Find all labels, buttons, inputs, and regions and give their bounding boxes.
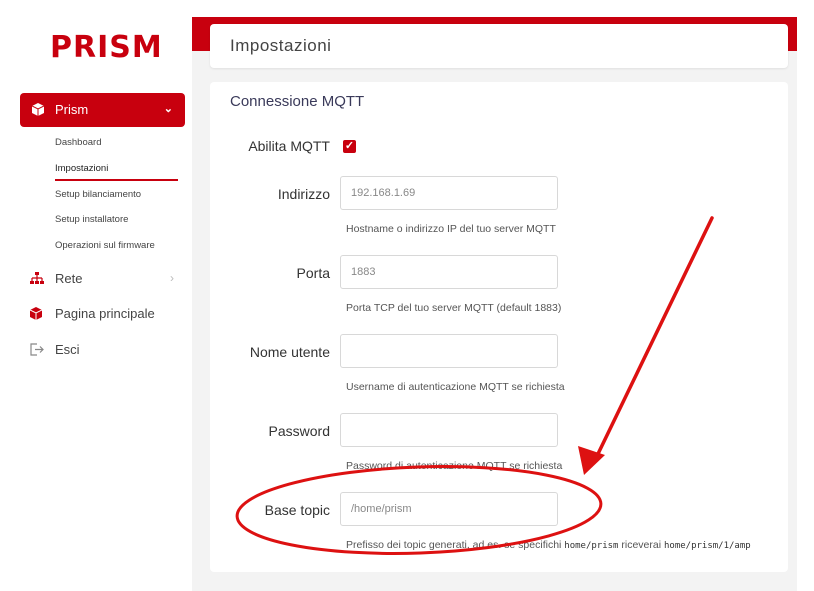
submenu-item-setup-bilanciamento[interactable]: Setup bilanciamento [55, 189, 141, 200]
submenu-item-operazioni-firmware[interactable]: Operazioni sul firmware [55, 240, 155, 251]
enable-mqtt-label: Abilita MQTT [248, 138, 330, 154]
username-input[interactable] [340, 334, 558, 368]
sidebar-item-label: Pagina principale [55, 306, 155, 321]
help-code: home/prism [564, 541, 619, 551]
chevron-right-icon: › [170, 271, 174, 285]
address-help: Hostname o indirizzo IP del tuo server M… [346, 223, 556, 235]
logout-icon [30, 343, 44, 359]
chevron-down-icon: ⌄ [163, 103, 173, 115]
brand-logo: PRISM [50, 30, 163, 65]
active-submenu-underline [55, 179, 178, 181]
help-text: riceverai [618, 539, 664, 551]
port-help: Porta TCP del tuo server MQTT (default 1… [346, 302, 562, 314]
network-icon [30, 272, 44, 288]
sidebar: PRISM Prism ⌄ Dashboard Impostazioni Set… [0, 0, 192, 591]
sidebar-item-label: Prism [55, 102, 89, 117]
submenu-item-impostazioni[interactable]: Impostazioni [55, 163, 108, 174]
submenu-item-dashboard[interactable]: Dashboard [55, 137, 101, 148]
help-text: Prefisso dei topic generati, ad es. se s… [346, 539, 565, 551]
mqtt-settings-card: Connessione MQTT Abilita MQTT ✓ Indirizz… [210, 82, 788, 572]
password-help: Password di autenticazione MQTT se richi… [346, 460, 563, 472]
address-input[interactable] [340, 176, 558, 210]
section-title: Connessione MQTT [230, 93, 365, 110]
box-icon [31, 103, 45, 121]
field-label-nome-utente: Nome utente [249, 344, 330, 360]
field-label-base-topic: Base topic [264, 502, 330, 518]
sidebar-item-prism[interactable]: Prism ⌄ [20, 93, 185, 127]
help-code: home/prism/1/amp [663, 541, 751, 551]
page-title: Impostazioni [230, 36, 332, 55]
base-topic-input[interactable] [340, 492, 558, 526]
field-label-indirizzo: Indirizzo [277, 186, 330, 202]
port-input[interactable] [340, 255, 558, 289]
sidebar-item-label: Esci [55, 342, 80, 357]
box-icon [29, 307, 43, 323]
field-label-password: Password [268, 423, 330, 439]
enable-mqtt-checkbox[interactable]: ✓ [343, 140, 356, 153]
password-input[interactable] [340, 413, 558, 447]
field-label-porta: Porta [296, 265, 330, 281]
base-topic-help: Prefisso dei topic generati, ad es. se s… [346, 539, 751, 551]
page-header: Impostazioni [210, 24, 788, 68]
sidebar-item-label: Rete [55, 271, 83, 286]
submenu-item-setup-installatore[interactable]: Setup installatore [55, 214, 128, 225]
username-help: Username di autenticazione MQTT se richi… [346, 381, 565, 393]
